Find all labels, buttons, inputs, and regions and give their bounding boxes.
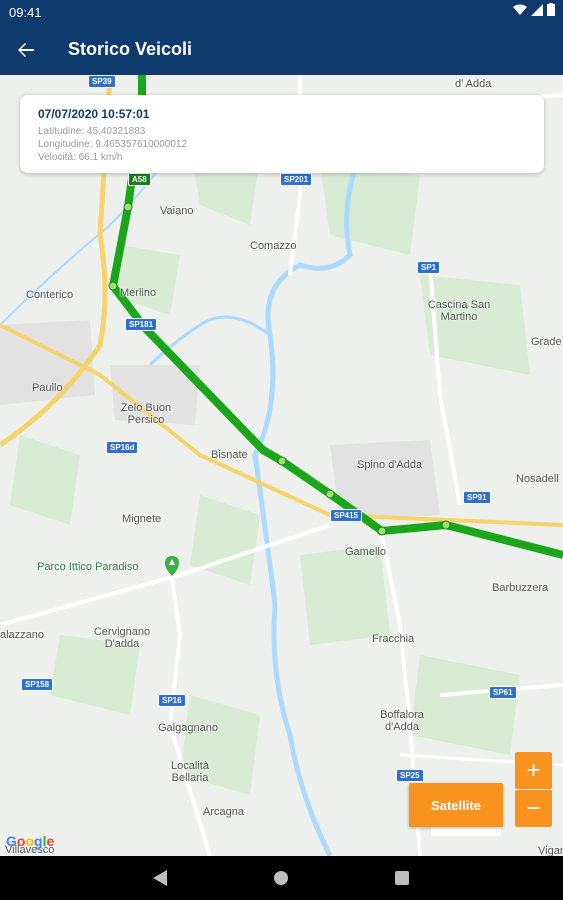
arrow-back-icon: [18, 43, 34, 57]
place-label: Conterico: [26, 289, 74, 301]
place-label: Fracchia: [372, 633, 415, 645]
place-label: Mignete: [122, 513, 162, 525]
place-label: Vigan: [538, 845, 563, 856]
place-label: Merlino: [120, 287, 157, 299]
road-shield: SP158: [21, 678, 54, 691]
road-shield: SP1: [417, 261, 441, 274]
road-shield: SP91: [463, 491, 491, 504]
road-shield: SP415: [330, 509, 363, 522]
map-view[interactable]: d' Adda Vaiano Comazzo Conterico Merlino…: [0, 75, 563, 856]
place-label: Bisnate: [211, 449, 248, 461]
place-label: d' Adda: [455, 78, 492, 90]
triangle-back-icon: [153, 870, 167, 886]
route-point: [441, 520, 451, 530]
signal-icon: [531, 3, 543, 16]
place-label: Località Bellaria: [171, 760, 209, 784]
place-label: Zelo Buon Persico: [120, 402, 172, 426]
place-label: Comazzo: [250, 240, 297, 252]
road-shield: SP25: [396, 769, 424, 782]
info-date: 07/07/2020 10:57:01: [38, 107, 150, 121]
status-time: 09:41: [9, 5, 42, 20]
info-latitude: Latitudine: 45.40321883: [38, 126, 146, 137]
nav-bar: [0, 856, 563, 900]
place-label: Vaiano: [160, 205, 194, 217]
place-label: Grade: [531, 336, 562, 348]
zoom-in-button[interactable]: +: [515, 752, 552, 789]
place-label: Parco Ittico Paradiso: [37, 561, 139, 573]
route-point: [108, 281, 118, 291]
place-label: Gamello: [345, 546, 386, 558]
place-label: Boffalora d'Adda: [380, 709, 424, 733]
road-shield: SP39: [88, 75, 116, 88]
place-label: Barbuzzera: [492, 582, 549, 594]
back-button[interactable]: [10, 34, 42, 66]
battery-icon: [547, 3, 555, 16]
place-label: Cervignano D'adda: [93, 626, 151, 650]
status-icons: [513, 3, 555, 16]
info-card: 07/07/2020 10:57:01 Latitudine: 45.40321…: [20, 95, 544, 173]
status-bar: 09:41: [0, 0, 563, 24]
place-label: Cascina San Martino: [427, 299, 491, 323]
place-label: Nosadell: [516, 473, 559, 485]
nav-recents-button[interactable]: [392, 868, 412, 888]
road-shield: SP181: [125, 318, 158, 331]
route-point: [123, 202, 133, 212]
road-shield: SP61: [489, 686, 517, 699]
map-base: [0, 75, 563, 856]
circle-home-icon: [274, 871, 288, 885]
place-label: Galgagnano: [158, 722, 218, 734]
nav-home-button[interactable]: [271, 868, 291, 888]
info-speed: Velocità: 66.1 km/h: [38, 152, 123, 163]
road-shield: SP16: [158, 694, 186, 707]
route-point: [277, 456, 287, 466]
park-pin-icon[interactable]: [165, 556, 179, 576]
nav-back-button[interactable]: [150, 868, 170, 888]
place-label: Spino d'Adda: [357, 459, 423, 471]
road-shield: A58: [128, 173, 151, 186]
road-shield: SP16d: [106, 441, 139, 454]
road-shield: SP201: [280, 173, 313, 186]
app-bar: Storico Veicoli: [0, 24, 563, 75]
wifi-icon: [513, 4, 527, 15]
satellite-button[interactable]: Satellite: [409, 783, 503, 827]
page-title: Storico Veicoli: [68, 39, 193, 59]
place-label: Arcagna: [203, 806, 244, 818]
place-label: alazzano: [0, 629, 45, 641]
route-point: [325, 489, 335, 499]
place-label: Paullo: [32, 382, 63, 394]
square-recents-icon: [395, 871, 409, 885]
google-logo: Google: [6, 833, 55, 849]
route-point: [377, 526, 387, 536]
zoom-out-button[interactable]: −: [515, 790, 552, 827]
info-longitude: Longitudine: 9.465357610000012: [38, 139, 188, 150]
